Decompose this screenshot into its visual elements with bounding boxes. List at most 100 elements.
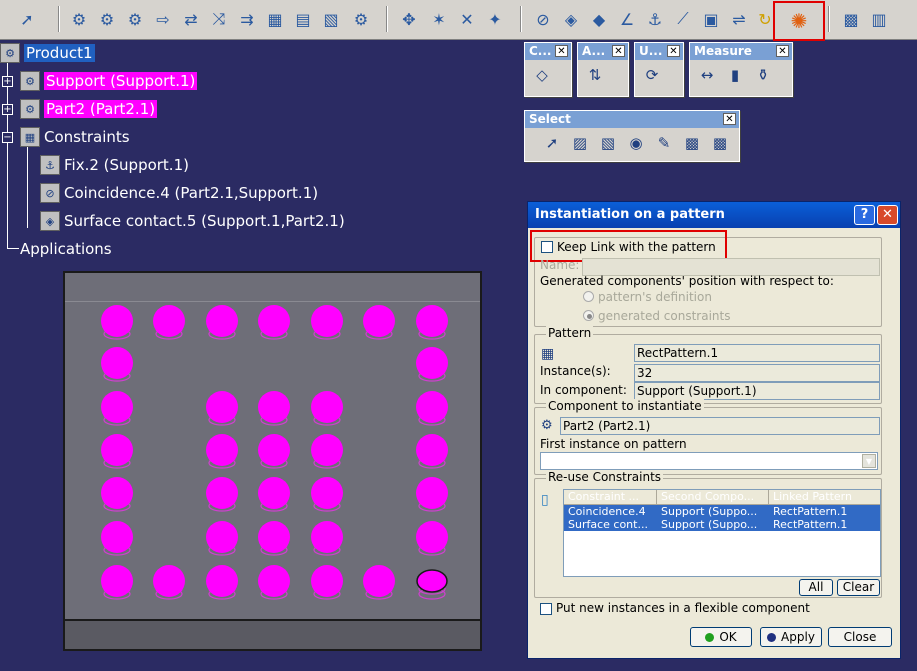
eraser-icon[interactable]: ◇ — [531, 64, 553, 86]
graph-tree-reordering-icon[interactable]: ⤨ — [206, 6, 232, 32]
pattern-instance[interactable] — [311, 521, 343, 556]
generate-numbering-icon[interactable]: ⇉ — [234, 6, 260, 32]
pattern-instance[interactable] — [258, 565, 290, 600]
tree-item-surface-contact[interactable]: ◈ Surface contact.5 (Support.1,Part2.1) — [40, 210, 345, 232]
pattern-instance[interactable] — [416, 521, 448, 556]
reuse-constraints-table[interactable]: Constraint ... Second Compo... Linked Pa… — [563, 489, 881, 577]
tree-item-constraints[interactable]: ▦ Constraints — [20, 126, 130, 148]
tree-item-coincidence[interactable]: ⊘ Coincidence.4 (Part2.1,Support.1) — [40, 182, 318, 204]
pattern-instance-selected[interactable] — [416, 569, 448, 600]
chevron-down-icon[interactable]: ▼ — [862, 454, 876, 468]
close-icon[interactable]: ✕ — [555, 45, 568, 57]
pattern-instance[interactable] — [363, 305, 395, 340]
instances-field[interactable]: 32 — [634, 364, 880, 382]
clear-button[interactable]: Clear — [837, 579, 880, 596]
pattern-instance[interactable] — [258, 434, 290, 469]
pattern-instance[interactable] — [258, 391, 290, 426]
tree-item-label[interactable]: Fix.2 (Support.1) — [64, 156, 189, 174]
pattern-instance[interactable] — [258, 305, 290, 340]
select-paint-icon[interactable]: ◉ — [625, 132, 647, 154]
in-component-field[interactable]: Support (Support.1) — [634, 382, 880, 400]
pattern-instance[interactable] — [101, 347, 133, 382]
close-button[interactable]: Close — [828, 627, 892, 647]
replace-component-icon[interactable]: ⇄ — [178, 6, 204, 32]
pattern-instance[interactable] — [101, 391, 133, 426]
radio-generated-constraints[interactable] — [583, 310, 594, 321]
pattern-instance[interactable] — [101, 565, 133, 600]
dialog-close-icon[interactable]: ✕ — [877, 205, 898, 225]
pattern-instance[interactable] — [311, 434, 343, 469]
manipulation-icon[interactable]: ✥ — [396, 6, 422, 32]
tree-item-label[interactable]: Part2 (Part2.1) — [44, 100, 158, 118]
pattern-instance[interactable] — [206, 477, 238, 512]
table-row[interactable]: Surface cont... Support (Suppo... RectPa… — [564, 518, 880, 531]
tree-item-applications[interactable]: Applications — [20, 238, 112, 260]
expand-toggle[interactable]: + — [2, 104, 13, 115]
close-icon[interactable]: ✕ — [612, 45, 625, 57]
pattern-instance[interactable] — [258, 477, 290, 512]
explode-icon[interactable]: ✶ — [426, 6, 452, 32]
expand-toggle[interactable]: + — [2, 76, 13, 87]
pattern-instance[interactable] — [101, 521, 133, 556]
catalog-browser-icon[interactable]: ▩ — [838, 6, 864, 32]
tree-item-label[interactable]: Coincidence.4 (Part2.1,Support.1) — [64, 184, 318, 202]
gear-catalog-icon[interactable]: ⚙ — [66, 6, 92, 32]
first-instance-select[interactable]: re-use the original component ▼ — [540, 452, 878, 470]
new-part-icon[interactable]: ⚙ — [122, 6, 148, 32]
pattern-instance[interactable] — [311, 477, 343, 512]
contact-constraint-icon[interactable]: ◈ — [558, 6, 584, 32]
manage-representations-icon[interactable]: ▤ — [290, 6, 316, 32]
select-arrow-icon[interactable]: ➚ — [14, 6, 40, 32]
select-outside-trap-icon[interactable]: ▩ — [681, 132, 703, 154]
reuse-pattern-button[interactable]: ✺ — [773, 1, 825, 41]
tree-root-product[interactable]: ⚙ Product1 — [0, 42, 95, 64]
pattern-instance[interactable] — [101, 305, 133, 340]
tree-root-label[interactable]: Product1 — [24, 44, 95, 62]
pattern-instance[interactable] — [206, 305, 238, 340]
pattern-instance[interactable] — [363, 565, 395, 600]
geometry-viewport[interactable] — [63, 271, 482, 651]
flexible-checkbox[interactable] — [540, 603, 552, 615]
pattern-instance[interactable] — [258, 521, 290, 556]
pattern-instance[interactable] — [206, 521, 238, 556]
close-icon[interactable]: ✕ — [723, 113, 736, 125]
select-arrow-icon[interactable]: ➚ — [541, 132, 563, 154]
tree-item-part2[interactable]: ⚙ Part2 (Part2.1) — [20, 98, 158, 120]
offset-constraint-icon[interactable]: ◆ — [586, 6, 612, 32]
fix-component-icon[interactable]: ⚓ — [642, 6, 668, 32]
pattern-instance[interactable] — [101, 477, 133, 512]
radio-pattern-definition[interactable] — [583, 291, 594, 302]
pattern-instance[interactable] — [206, 391, 238, 426]
apply-button[interactable]: Apply — [760, 627, 822, 647]
update-all-icon[interactable]: ⟳ — [641, 64, 663, 86]
fix-together-icon[interactable]: ⟋ — [670, 6, 696, 32]
tree-item-label[interactable]: Surface contact.5 (Support.1,Part2.1) — [64, 212, 345, 230]
all-button[interactable]: All — [799, 579, 833, 596]
help-button[interactable]: ? — [854, 205, 875, 225]
tree-item-label[interactable]: Applications — [20, 240, 112, 258]
tree-item-support[interactable]: ⚙ Support (Support.1) — [20, 70, 198, 92]
ok-button[interactable]: OK — [690, 627, 752, 647]
table-row[interactable]: Coincidence.4 Support (Suppo... RectPatt… — [564, 505, 880, 518]
tree-item-label[interactable]: Constraints — [44, 128, 130, 146]
column-header[interactable]: Constraint ... — [564, 490, 657, 504]
select-outside-intersect-icon[interactable]: ▩ — [709, 132, 731, 154]
stop-manipulate-icon[interactable]: ✕ — [454, 6, 480, 32]
flexible-rigid-icon[interactable]: ⇌ — [726, 6, 752, 32]
pattern-instance[interactable] — [206, 565, 238, 600]
select-trap-icon[interactable]: ▨ — [569, 132, 591, 154]
quick-constraint-icon[interactable]: ▣ — [698, 6, 724, 32]
bill-of-material-icon[interactable]: ▥ — [866, 6, 892, 32]
pattern-instance[interactable] — [416, 434, 448, 469]
tree-item-label[interactable]: Support (Support.1) — [44, 72, 198, 90]
measure-item-icon[interactable]: ▮ — [724, 64, 746, 86]
collapse-toggle[interactable]: − — [2, 132, 13, 143]
angle-constraint-icon[interactable]: ∠ — [614, 6, 640, 32]
select-intersect-icon[interactable]: ✎ — [653, 132, 675, 154]
reuse-pattern-icon[interactable]: ✺ — [786, 8, 812, 34]
selective-load-icon[interactable]: ▦ — [262, 6, 288, 32]
pattern-instance[interactable] — [311, 391, 343, 426]
tree-item-fix[interactable]: ⚓ Fix.2 (Support.1) — [40, 154, 189, 176]
select-polygon-icon[interactable]: ▧ — [597, 132, 619, 154]
column-header[interactable]: Linked Pattern — [769, 490, 880, 504]
